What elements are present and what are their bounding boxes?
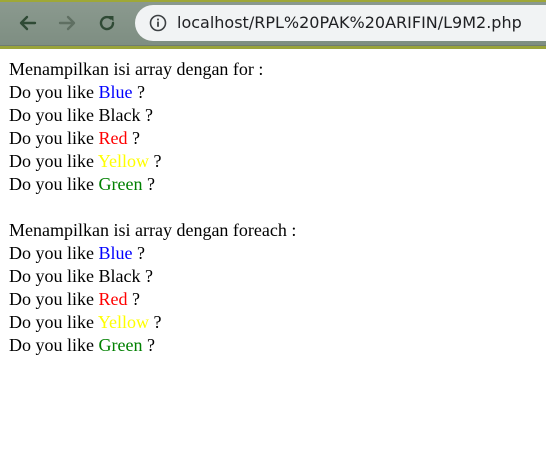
color-question-line: Do you like Red ? [9,288,296,311]
question-mark: ? [145,266,153,286]
color-name: Green [98,335,143,355]
question-mark: ? [137,243,145,263]
question-prefix: Do you like [9,266,94,286]
question-mark: ? [153,151,162,171]
for-color-list: Do you like Blue ? Do you like Black ? Do … [9,81,296,196]
color-name: Yellow [97,151,150,171]
address-bar[interactable]: localhost/RPL%20PAK%20ARIFIN/L9M2.php [135,5,546,41]
color-question-line: Do you like Black ? [9,265,296,288]
question-prefix: Do you like [9,151,94,171]
foreach-heading: Menampilkan isi array dengan foreach : [9,220,297,240]
question-prefix: Do you like [9,289,94,309]
question-prefix: Do you like [9,82,94,102]
question-mark: ? [146,335,155,355]
question-prefix: Do you like [9,243,94,263]
arrow-right-icon [58,15,76,31]
reload-icon [99,15,115,31]
color-question-line: Do you like Black ? [9,104,296,127]
question-mark: ? [132,128,140,148]
foreach-color-list: Do you like Blue ? Do you like Black ? Do … [9,242,296,357]
color-name: Blue [98,82,133,102]
color-question-line: Do you like Green ? [9,334,296,357]
question-prefix: Do you like [9,105,94,125]
question-mark: ? [137,82,145,102]
question-mark: ? [153,312,162,332]
back-button[interactable] [14,9,42,37]
color-name: Black [98,105,141,125]
color-name: Black [98,266,141,286]
question-mark: ? [132,289,140,309]
color-question-line: Do you like Yellow ? [9,150,296,173]
question-mark: ? [146,174,155,194]
color-name: Red [98,289,128,309]
color-question-line: Do you like Blue ? [9,81,296,104]
question-prefix: Do you like [9,128,94,148]
color-name: Yellow [97,312,150,332]
browser-toolbar: localhost/RPL%20PAK%20ARIFIN/L9M2.php [0,0,546,46]
color-name: Blue [98,243,133,263]
color-name: Green [98,174,143,194]
color-question-line: Do you like Yellow ? [9,311,296,334]
arrow-left-icon [19,15,37,31]
color-question-line: Do you like Blue ? [9,242,296,265]
question-prefix: Do you like [9,335,94,355]
question-prefix: Do you like [9,174,94,194]
reload-button[interactable] [93,9,121,37]
page-content: Menampilkan isi array dengan for : Do yo… [9,58,296,357]
color-name: Red [98,128,128,148]
forward-button[interactable] [53,9,81,37]
info-icon[interactable] [149,14,167,32]
url-text[interactable]: localhost/RPL%20PAK%20ARIFIN/L9M2.php [177,13,522,32]
page-load-progress [0,0,546,2]
for-heading: Menampilkan isi array dengan for : [9,59,264,79]
question-prefix: Do you like [9,312,94,332]
color-question-line: Do you like Green ? [9,173,296,196]
color-question-line: Do you like Red ? [9,127,296,150]
toolbar-divider [0,46,546,49]
question-mark: ? [145,105,153,125]
